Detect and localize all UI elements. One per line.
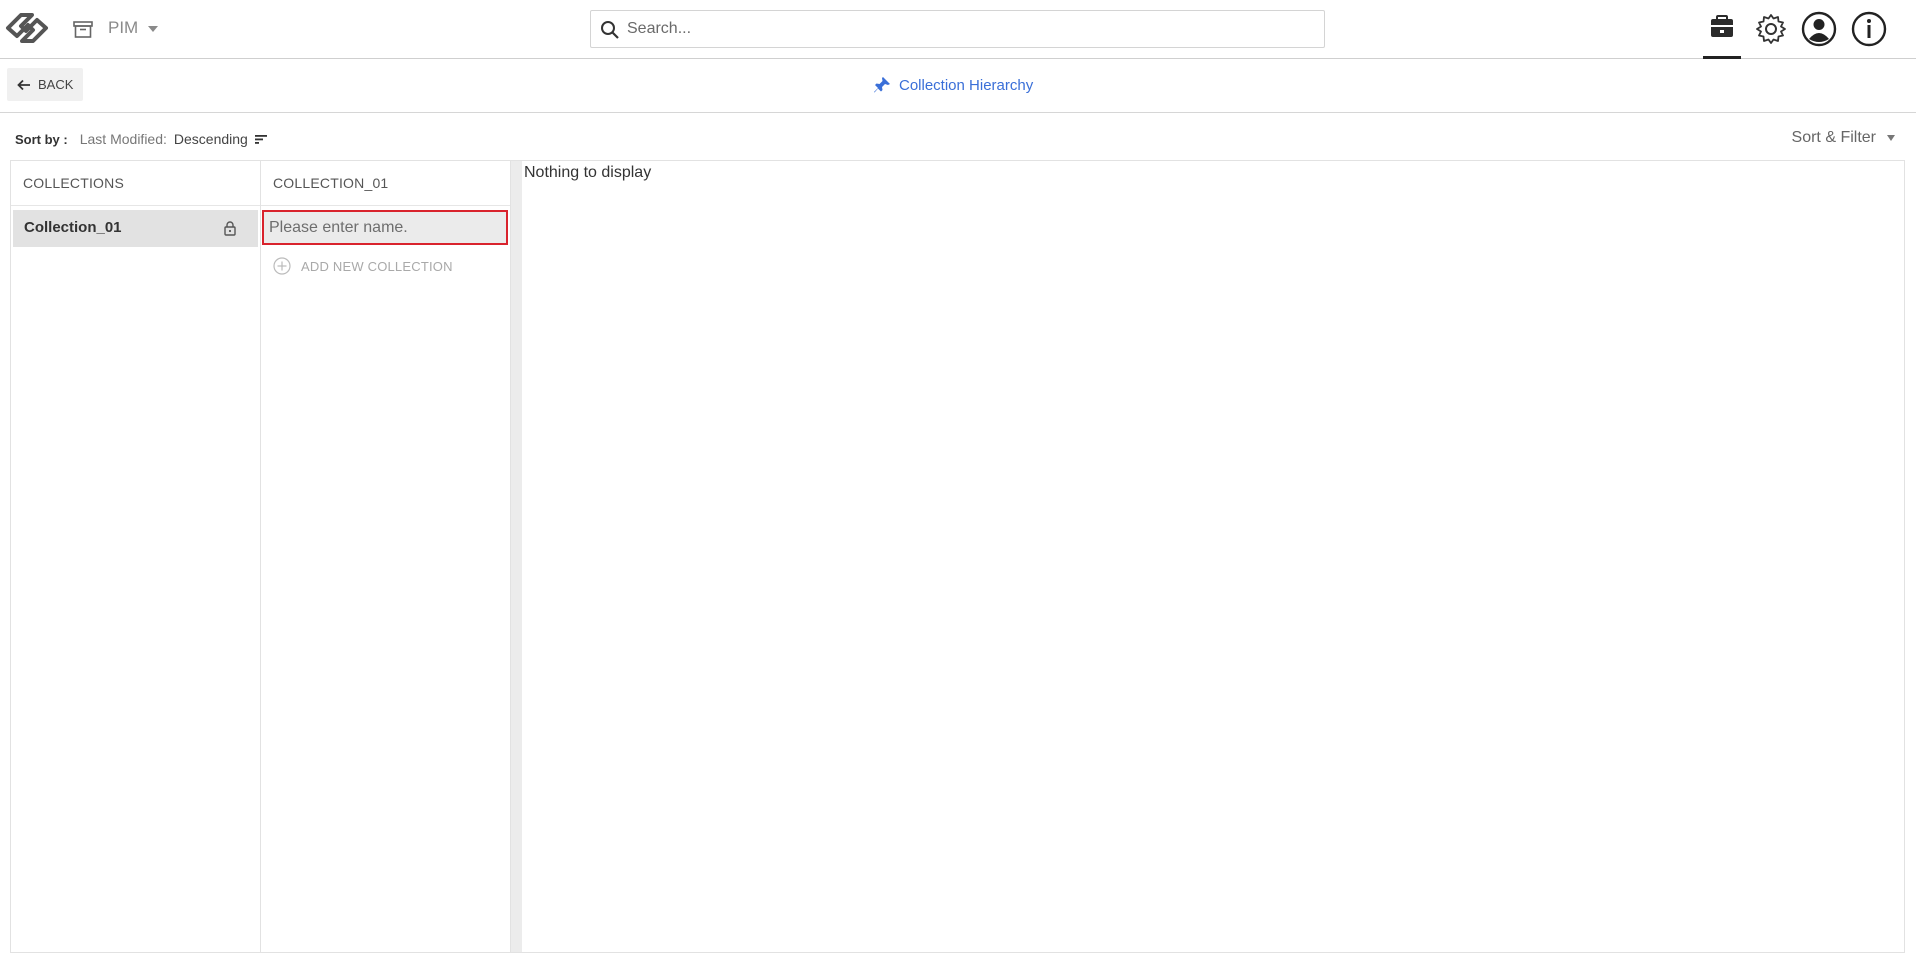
- briefcase-icon: [1711, 15, 1733, 37]
- info-button[interactable]: [1850, 10, 1888, 48]
- sort-by-label: Sort by :: [15, 131, 68, 147]
- sort-filter-label: Sort & Filter: [1791, 129, 1876, 146]
- plus-circle-icon: [273, 257, 291, 275]
- top-bar: PIM: [0, 0, 1916, 59]
- column-header: COLLECTION_01: [261, 161, 510, 206]
- empty-message: Nothing to display: [524, 164, 652, 181]
- page-title[interactable]: Collection Hierarchy: [873, 76, 1033, 94]
- collection-item[interactable]: Collection_01: [13, 210, 258, 247]
- add-new-collection-button[interactable]: ADD NEW COLLECTION: [273, 257, 453, 275]
- hierarchy-panels: COLLECTIONS Collection_01 COLLECTION_01 …: [10, 160, 1905, 953]
- detail-column: Nothing to display: [522, 161, 1904, 952]
- chevron-down-icon[interactable]: [146, 22, 160, 36]
- sort-direction[interactable]: Descending: [174, 131, 248, 147]
- pin-icon: [874, 77, 890, 93]
- briefcase-button[interactable]: [1703, 10, 1741, 59]
- sub-header: BACK Collection Hierarchy: [0, 59, 1916, 113]
- search-box[interactable]: [590, 10, 1325, 48]
- back-label: BACK: [38, 77, 74, 92]
- page-title-label: Collection Hierarchy: [899, 76, 1034, 94]
- user-icon: [1801, 11, 1837, 47]
- user-button[interactable]: [1800, 10, 1838, 48]
- add-new-collection-label: ADD NEW COLLECTION: [301, 258, 453, 274]
- back-button[interactable]: BACK: [7, 68, 83, 101]
- info-icon: [1851, 11, 1887, 47]
- collection-name-input[interactable]: [262, 210, 508, 245]
- sort-filter-toggle[interactable]: Sort & Filter: [1792, 129, 1896, 147]
- arrow-left-icon: [17, 79, 30, 90]
- settings-button[interactable]: [1752, 10, 1790, 48]
- sort-icon[interactable]: [254, 133, 268, 145]
- caret-down-icon: [1887, 135, 1895, 141]
- sort-row: Sort by : Last Modified: Descending: [15, 131, 268, 147]
- subcollection-column: COLLECTION_01 ADD NEW COLLECTION: [261, 161, 511, 952]
- logo-icon[interactable]: [4, 9, 50, 47]
- column-splitter[interactable]: [511, 161, 522, 952]
- lock-icon: [224, 221, 236, 236]
- search-icon: [601, 21, 619, 39]
- archive-icon[interactable]: [72, 18, 94, 40]
- collection-item-label: Collection_01: [24, 219, 122, 236]
- module-selector-label[interactable]: PIM: [108, 18, 138, 38]
- column-header: COLLECTIONS: [11, 161, 260, 206]
- gear-icon: [1756, 14, 1786, 44]
- collections-column: COLLECTIONS Collection_01: [11, 161, 261, 952]
- sort-field[interactable]: Last Modified:: [80, 131, 167, 147]
- search-input[interactable]: [627, 11, 1317, 47]
